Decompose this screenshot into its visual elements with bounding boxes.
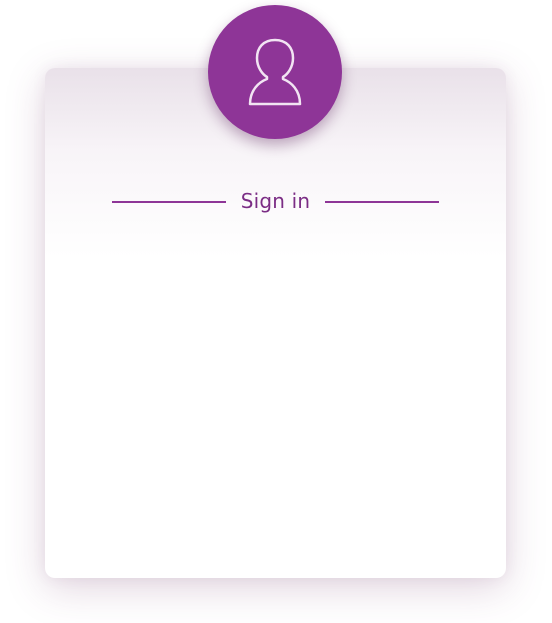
heading-divider-right bbox=[325, 201, 439, 203]
signin-title: Sign in bbox=[240, 189, 311, 213]
user-icon bbox=[248, 38, 302, 106]
avatar bbox=[208, 5, 342, 139]
signin-heading: Sign in bbox=[112, 186, 439, 216]
heading-divider-left bbox=[112, 201, 226, 203]
signin-card bbox=[45, 68, 506, 578]
